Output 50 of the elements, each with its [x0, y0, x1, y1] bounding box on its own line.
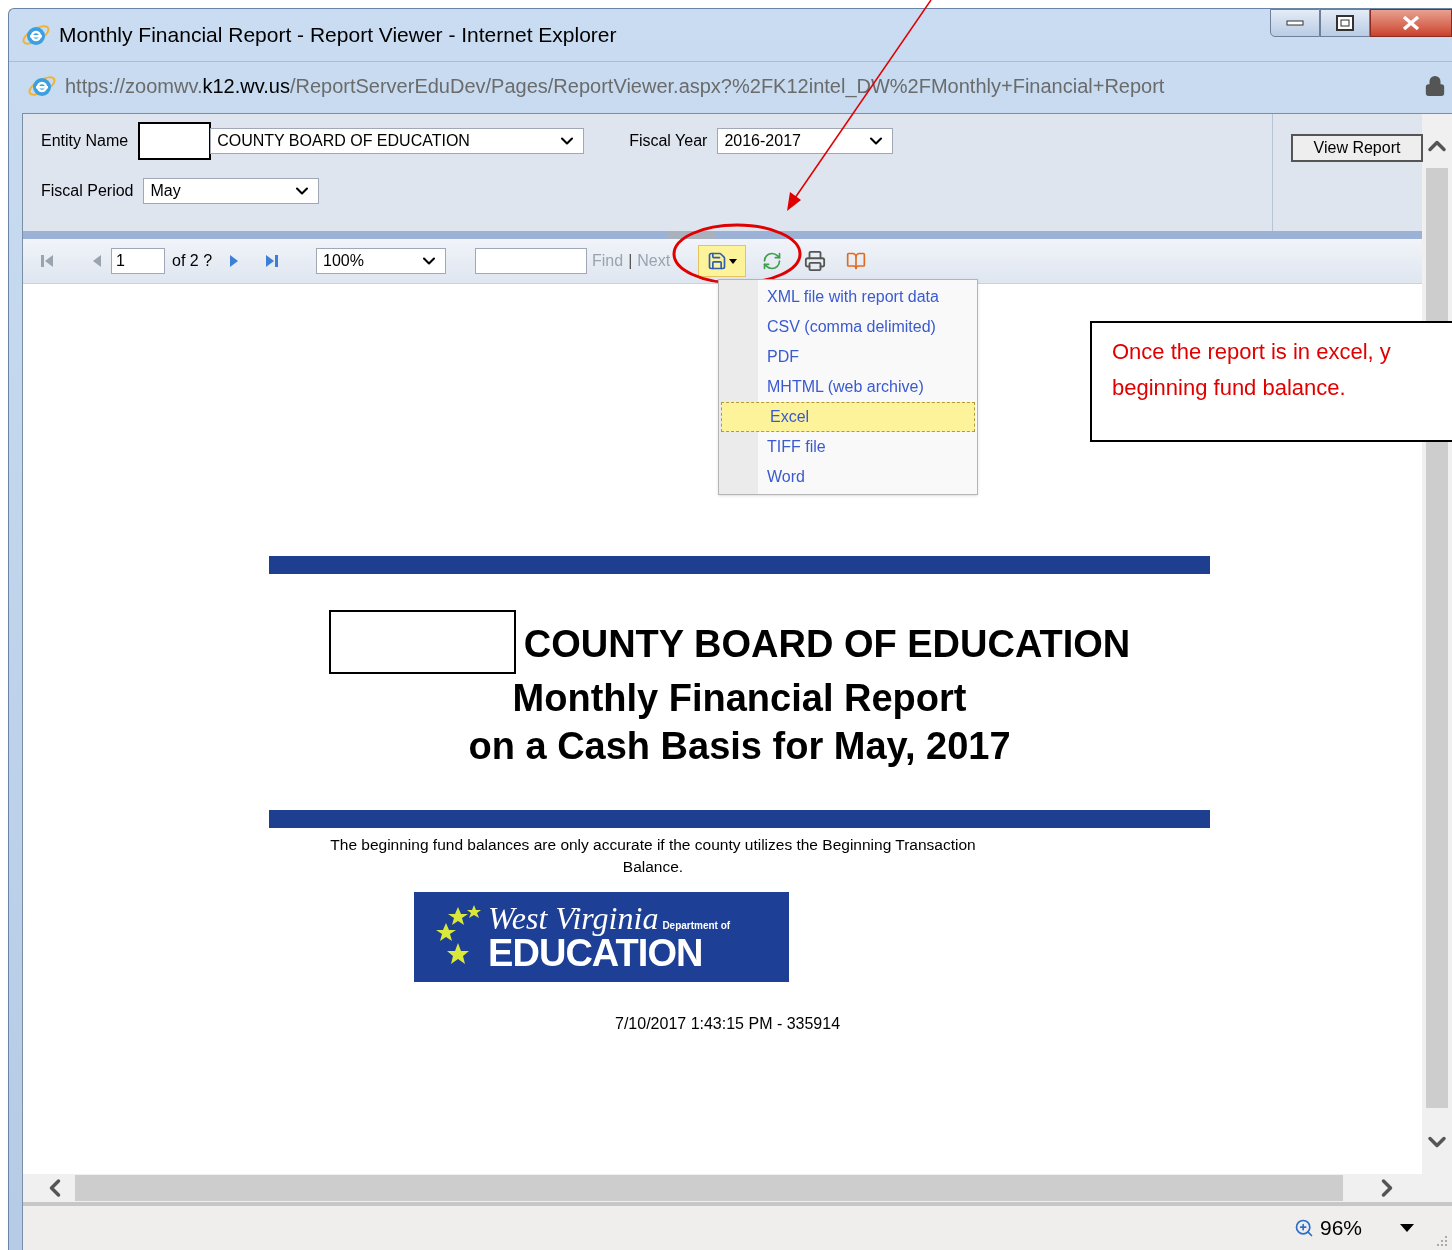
minimize-icon: [1286, 20, 1304, 26]
print-icon[interactable]: [804, 250, 827, 272]
export-menu-item[interactable]: XML file with report data: [719, 282, 977, 312]
maximize-button[interactable]: [1320, 9, 1370, 37]
callout-text: Once the report is in excel, y: [1112, 338, 1392, 366]
report-subtitle: on a Cash Basis for May, 2017: [468, 724, 1011, 769]
export-menu-item[interactable]: TIFF file: [719, 432, 977, 462]
window-title: Monthly Financial Report - Report Viewer - Internet Explorer: [59, 22, 618, 49]
resize-grip-icon[interactable]: [1434, 1234, 1448, 1248]
report-title: COUNTY BOARD OF EDUCATION: [523, 622, 1131, 667]
parameter-label: Entity Name: [41, 131, 129, 151]
page-number-field[interactable]: 1: [111, 248, 165, 274]
export-menu-item[interactable]: Word: [719, 462, 977, 492]
parameter-label: Fiscal Period: [41, 181, 134, 201]
refresh-icon[interactable]: [762, 251, 783, 271]
close-button[interactable]: [1370, 9, 1452, 37]
export-menu-item[interactable]: PDF: [719, 342, 977, 372]
zoom-dropdown[interactable]: 100%: [316, 248, 447, 274]
close-icon: [1402, 15, 1420, 31]
scrollbar-thumb[interactable]: [75, 1175, 1343, 1201]
export-menu-item[interactable]: CSV (comma delimited): [719, 312, 977, 342]
maximize-icon: [1336, 15, 1354, 31]
parameter-dropdown[interactable]: May: [143, 178, 320, 204]
find-field[interactable]: [475, 248, 588, 274]
callout-text: beginning fund balance.: [1112, 374, 1347, 402]
export-menu-item[interactable]: Excel: [721, 402, 975, 432]
url-text: https://zoomwv.: [65, 74, 203, 97]
export-menu-item[interactable]: MHTML (web archive): [719, 372, 977, 402]
parameter-label: Fiscal Year: [629, 131, 708, 151]
caret-down-icon[interactable]: [1400, 1224, 1414, 1232]
save-icon: [707, 251, 728, 271]
caret-down-icon: [729, 258, 738, 264]
report-note: The beginning fund balances are only accurate if the county utilizes the Beginning Transaction Balance.: [329, 835, 977, 877]
parameter-dropdown[interactable]: COUNTY BOARD OF EDUCATION: [210, 128, 585, 154]
report-subtitle: Monthly Financial Report: [512, 676, 967, 721]
zoom-level[interactable]: 96%: [1319, 1212, 1362, 1244]
collapse-handle[interactable]: [667, 231, 716, 239]
lock-icon: [1424, 74, 1446, 97]
zoom-icon[interactable]: [1293, 1218, 1314, 1238]
export-button[interactable]: [698, 245, 747, 277]
report-timestamp: 7/10/2017 1:43:15 PM - 335914: [615, 1014, 842, 1034]
logo-small-text: Department of: [662, 921, 731, 931]
page-count: of 2 ?: [172, 251, 213, 271]
view-report-button[interactable]: View Report: [1291, 134, 1423, 162]
url-text: k12.wv.us: [202, 74, 290, 97]
parameter-dropdown[interactable]: 2016-2017: [717, 128, 894, 154]
separator-text: |: [628, 251, 633, 271]
logo-script-text: West Virginia: [488, 902, 659, 934]
horizontal-scrollbar[interactable]: [23, 1174, 1452, 1206]
layout-icon[interactable]: [846, 251, 867, 271]
